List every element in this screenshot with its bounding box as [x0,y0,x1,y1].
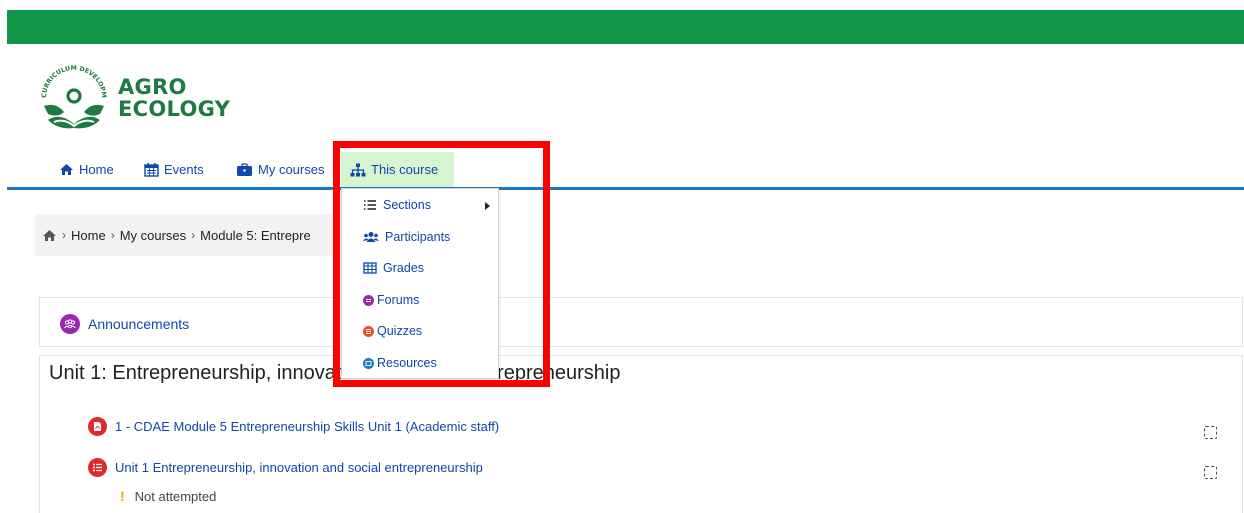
menu-item-participants-label: Participants [385,230,451,244]
breadcrumb-separator: › [110,228,115,242]
breadcrumb: › Home › My courses › Module 5: Entrepre [35,214,335,256]
breadcrumb-separator: › [191,228,196,242]
quiz-icon [363,325,374,337]
top-banner [7,10,1244,44]
nav-my-courses[interactable]: My courses [236,152,324,187]
menu-item-forums[interactable]: Forums [342,286,498,314]
menu-item-quizzes[interactable]: Quizzes [342,317,498,345]
pdf-icon [88,417,107,436]
menu-item-sections[interactable]: Sections [342,191,498,219]
this-course-dropdown: Sections Participants Grades Forums Quiz… [341,188,499,379]
nav-events-label: Events [164,162,204,177]
menu-item-sections-label: Sections [383,198,431,212]
activity-pdf-label: 1 - CDAE Module 5 Entrepreneurship Skill… [115,419,500,434]
menu-item-quizzes-label: Quizzes [377,324,423,338]
menu-item-participants[interactable]: Participants [342,223,498,251]
activity-quiz-label: Unit 1 Entrepreneurship, innovation and … [115,460,483,475]
completion-checkbox[interactable] [1204,426,1217,439]
activity-quiz[interactable]: Unit 1 Entrepreneurship, innovation and … [88,458,483,477]
breadcrumb-home[interactable]: Home [71,228,106,243]
sitemap-icon [350,163,366,176]
forum-icon [60,314,80,334]
home-icon[interactable] [42,229,57,242]
breadcrumb-separator: › [62,228,66,242]
briefcase-icon [237,162,252,176]
nav-my-courses-label: My courses [258,162,325,177]
breadcrumb-my-courses[interactable]: My courses [120,228,186,243]
quiz-icon [88,458,107,477]
activity-pdf[interactable]: 1 - CDAE Module 5 Entrepreneurship Skill… [88,417,499,436]
list-icon [364,200,376,210]
announcements-card: Announcements [39,297,1243,347]
breadcrumb-course[interactable]: Module 5: Entrepre [200,228,311,243]
logo-line-ecology: ECOLOGY [118,97,231,121]
nav-home-label: Home [79,162,114,177]
announcements-link[interactable]: Announcements [60,314,189,334]
nav-events[interactable]: Events [144,152,204,187]
menu-item-grades-label: Grades [383,261,424,275]
completion-status: ! Not attempted [120,488,216,504]
table-icon [363,262,377,274]
site-logo[interactable]: CURRICULUM DEVELOPMENT AGRO ECOLOGY [31,53,264,134]
nav-this-course[interactable]: This course [341,152,455,187]
submenu-caret-icon [485,202,490,210]
section-card: Unit 1: Entrepreneurship, innovation and… [39,355,1243,513]
forum-icon [363,294,374,306]
logo-wordmark: AGRO ECOLOGY [118,76,230,120]
menu-item-resources-label: Resources [377,356,437,370]
completion-status-text: Not attempted [134,488,217,504]
nav-this-course-label: This course [371,162,439,177]
warning-icon: ! [120,488,125,504]
announcements-label: Announcements [88,316,190,332]
calendar-icon [144,163,159,177]
section-title: Unit 1: Entrepreneurship, innovation and… [49,362,621,384]
menu-item-forums-label: Forums [377,293,420,307]
primary-navigation: Home Events My courses This course [7,152,1244,190]
completion-checkbox[interactable] [1204,466,1217,479]
menu-item-grades[interactable]: Grades [342,254,498,282]
resource-icon [363,357,374,369]
users-icon [363,232,379,242]
menu-item-resources[interactable]: Resources [342,349,498,377]
logo-line-agro: AGRO [118,75,187,99]
logo-emblem-icon: CURRICULUM DEVELOPMENT [31,53,107,129]
home-icon [60,164,73,175]
nav-home[interactable]: Home [59,152,114,187]
